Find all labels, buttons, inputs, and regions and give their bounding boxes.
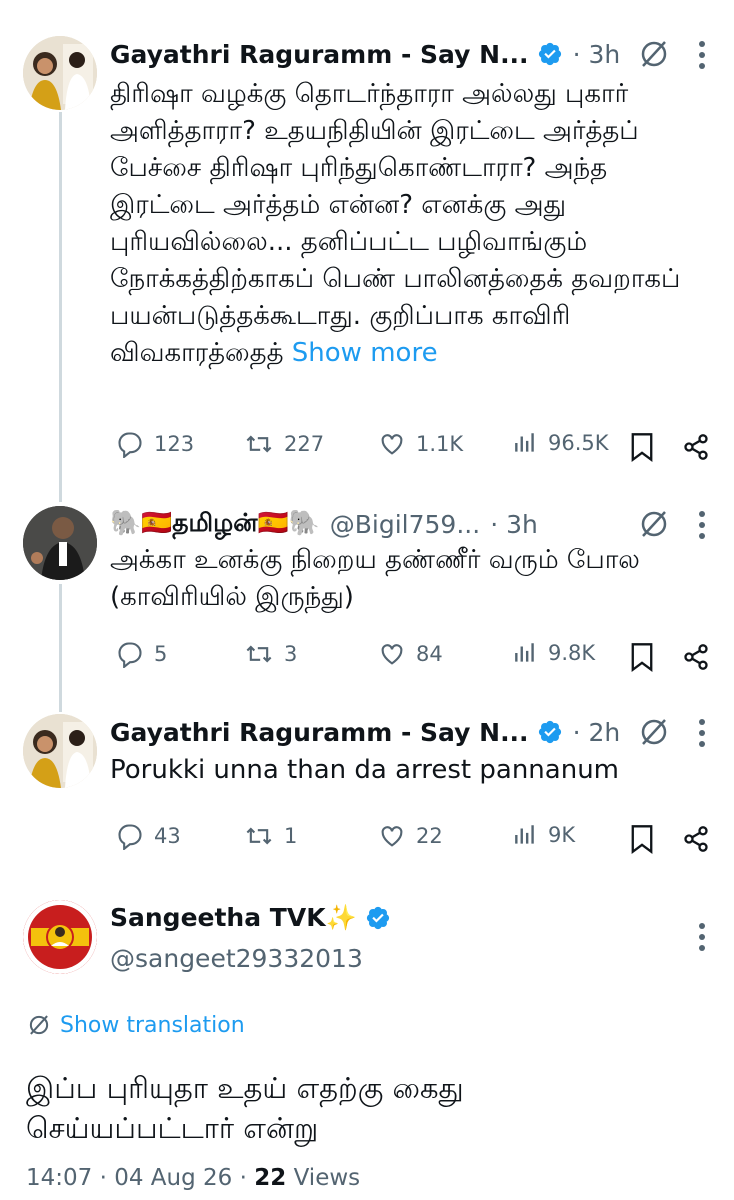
tweet-meta: 14:07 · 04 Aug 26 · 22 Views <box>26 1165 361 1191</box>
bookmark-icon[interactable] <box>630 432 654 462</box>
share-icon[interactable] <box>682 824 710 854</box>
reply-tweet[interactable]: 🐘🇪🇸தமிழன்🇪🇸🐘 @Bigil759... · 3h அக்கா உனக… <box>0 506 734 686</box>
views-label: Views <box>293 1165 361 1191</box>
repost-icon <box>246 435 272 453</box>
more-icon[interactable] <box>698 922 706 952</box>
author-name[interactable]: Sangeetha TVK✨ <box>110 903 357 933</box>
tweet-time[interactable]: · 2h <box>573 718 621 747</box>
author-handle[interactable]: @Bigil759... <box>330 510 480 539</box>
bookmark-icon[interactable] <box>630 824 654 854</box>
reply-icon <box>118 432 142 458</box>
repost-button[interactable]: 3 <box>244 640 297 668</box>
like-icon <box>381 644 403 665</box>
tweet-header: Gayathri Raguramm - Say N... · 3h <box>110 36 714 72</box>
show-translation-link[interactable]: Show translation <box>26 1012 245 1038</box>
like-icon <box>381 826 403 847</box>
repost-icon <box>246 827 272 845</box>
repost-button[interactable]: 227 <box>244 430 324 458</box>
main-header: Sangeetha TVK✨ <box>110 900 714 936</box>
tweet-text: அக்கா உனக்கு நிறைய தண்ணீர் வரும் போல (கா… <box>110 545 640 612</box>
main-tweet: Sangeetha TVK✨ @sangeet29332013 <box>0 896 734 1196</box>
share-icon[interactable] <box>682 432 710 462</box>
tweet-actions: 123 227 1.1K 96.5K <box>110 430 714 464</box>
share-icon[interactable] <box>682 642 710 672</box>
reply-tweet[interactable]: Gayathri Raguramm - Say N... · 3h திரிஷா… <box>0 36 734 496</box>
main-tweet-text: இப்ப புரியுதா உதய் எதற்கு கைது செய்யப்பட… <box>26 1071 464 1145</box>
tweet-text: திரிஷா வழக்கு தொடர்ந்தாரா அல்லது புகார் … <box>110 79 681 368</box>
grok-icon[interactable] <box>638 716 670 748</box>
tweet-time[interactable]: 14:07 <box>26 1165 92 1191</box>
reply-tweet[interactable]: Gayathri Raguramm - Say N... · 2h Porukk… <box>0 714 734 874</box>
more-icon[interactable] <box>698 718 706 748</box>
author-name[interactable]: 🐘🇪🇸தமிழன்🇪🇸🐘 <box>110 508 320 541</box>
tweet-time[interactable]: · 3h <box>490 510 538 539</box>
author-name[interactable]: Gayathri Raguramm - Say N... <box>110 718 529 747</box>
tweet-time[interactable]: · 3h <box>573 40 621 69</box>
grok-icon[interactable] <box>638 38 670 70</box>
repost-button[interactable]: 1 <box>244 822 297 850</box>
reply-button[interactable]: 43 <box>116 822 181 850</box>
views-button[interactable]: 9.8K <box>512 640 595 666</box>
author-handle[interactable]: @sangeet29332013 <box>110 944 363 973</box>
tweet-date[interactable]: 04 Aug 26 <box>114 1165 232 1191</box>
like-button[interactable]: 1.1K <box>378 430 463 458</box>
tweet-header: Gayathri Raguramm - Say N... · 2h <box>110 714 714 750</box>
grok-icon[interactable] <box>638 508 670 540</box>
reply-button[interactable]: 123 <box>116 430 194 458</box>
tweet-actions: 5 3 84 9.8K <box>110 640 714 674</box>
verified-icon <box>538 42 561 66</box>
more-icon[interactable] <box>698 40 706 70</box>
tweet-actions: 43 1 22 9K <box>110 822 714 856</box>
main-handle-row: @sangeet29332013 <box>110 940 714 976</box>
like-button[interactable]: 84 <box>378 640 443 668</box>
views-icon <box>515 825 534 844</box>
like-button[interactable]: 22 <box>378 822 443 850</box>
reply-icon <box>118 642 142 668</box>
show-more-link[interactable]: Show more <box>292 338 438 368</box>
like-icon <box>381 434 403 455</box>
avatar[interactable] <box>23 714 97 788</box>
views-icon <box>515 643 534 662</box>
more-icon[interactable] <box>698 510 706 540</box>
author-name[interactable]: Gayathri Raguramm - Say N... <box>110 40 529 69</box>
avatar[interactable] <box>23 36 97 110</box>
avatar[interactable] <box>23 506 97 580</box>
views-count: 22 <box>254 1165 287 1191</box>
tweet-header: 🐘🇪🇸தமிழன்🇪🇸🐘 @Bigil759... · 3h <box>110 506 714 542</box>
views-button[interactable]: 9K <box>512 822 575 848</box>
bookmark-icon[interactable] <box>630 642 654 672</box>
views-icon <box>515 433 534 452</box>
repost-icon <box>246 645 272 663</box>
avatar[interactable] <box>23 900 97 974</box>
translate-icon <box>29 1015 49 1035</box>
views-button[interactable]: 96.5K <box>512 430 609 456</box>
verified-icon <box>366 906 389 930</box>
reply-button[interactable]: 5 <box>116 640 167 668</box>
verified-icon <box>538 720 561 744</box>
tweet-text: Porukki unna than da arrest pannanum <box>110 755 620 785</box>
reply-icon <box>118 824 142 850</box>
